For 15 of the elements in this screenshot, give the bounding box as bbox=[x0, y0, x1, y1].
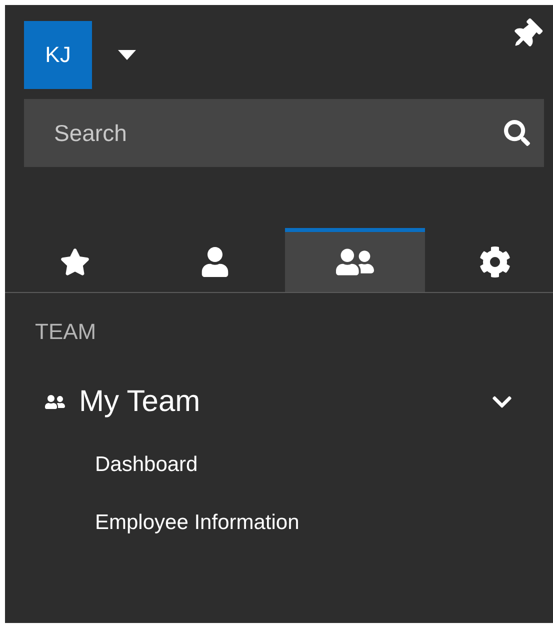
users-icon bbox=[45, 392, 65, 412]
nav-item[interactable]: Dashboard bbox=[5, 419, 553, 477]
nav-group-label: My Team bbox=[79, 385, 202, 419]
settings-icon bbox=[479, 246, 511, 278]
star-icon bbox=[60, 247, 90, 277]
caret-icon bbox=[118, 50, 136, 60]
search-field[interactable]: Search bbox=[24, 99, 544, 167]
nav-item[interactable]: Employee Information bbox=[5, 477, 553, 535]
nav-group[interactable]: My Team bbox=[5, 345, 553, 419]
user-icon bbox=[200, 247, 230, 277]
search-icon bbox=[504, 120, 530, 146]
account-menu-button[interactable] bbox=[118, 50, 136, 60]
section-title: TEAM bbox=[34, 318, 98, 345]
nav-tab[interactable] bbox=[285, 228, 425, 292]
user-avatar[interactable]: KJ bbox=[24, 21, 92, 89]
